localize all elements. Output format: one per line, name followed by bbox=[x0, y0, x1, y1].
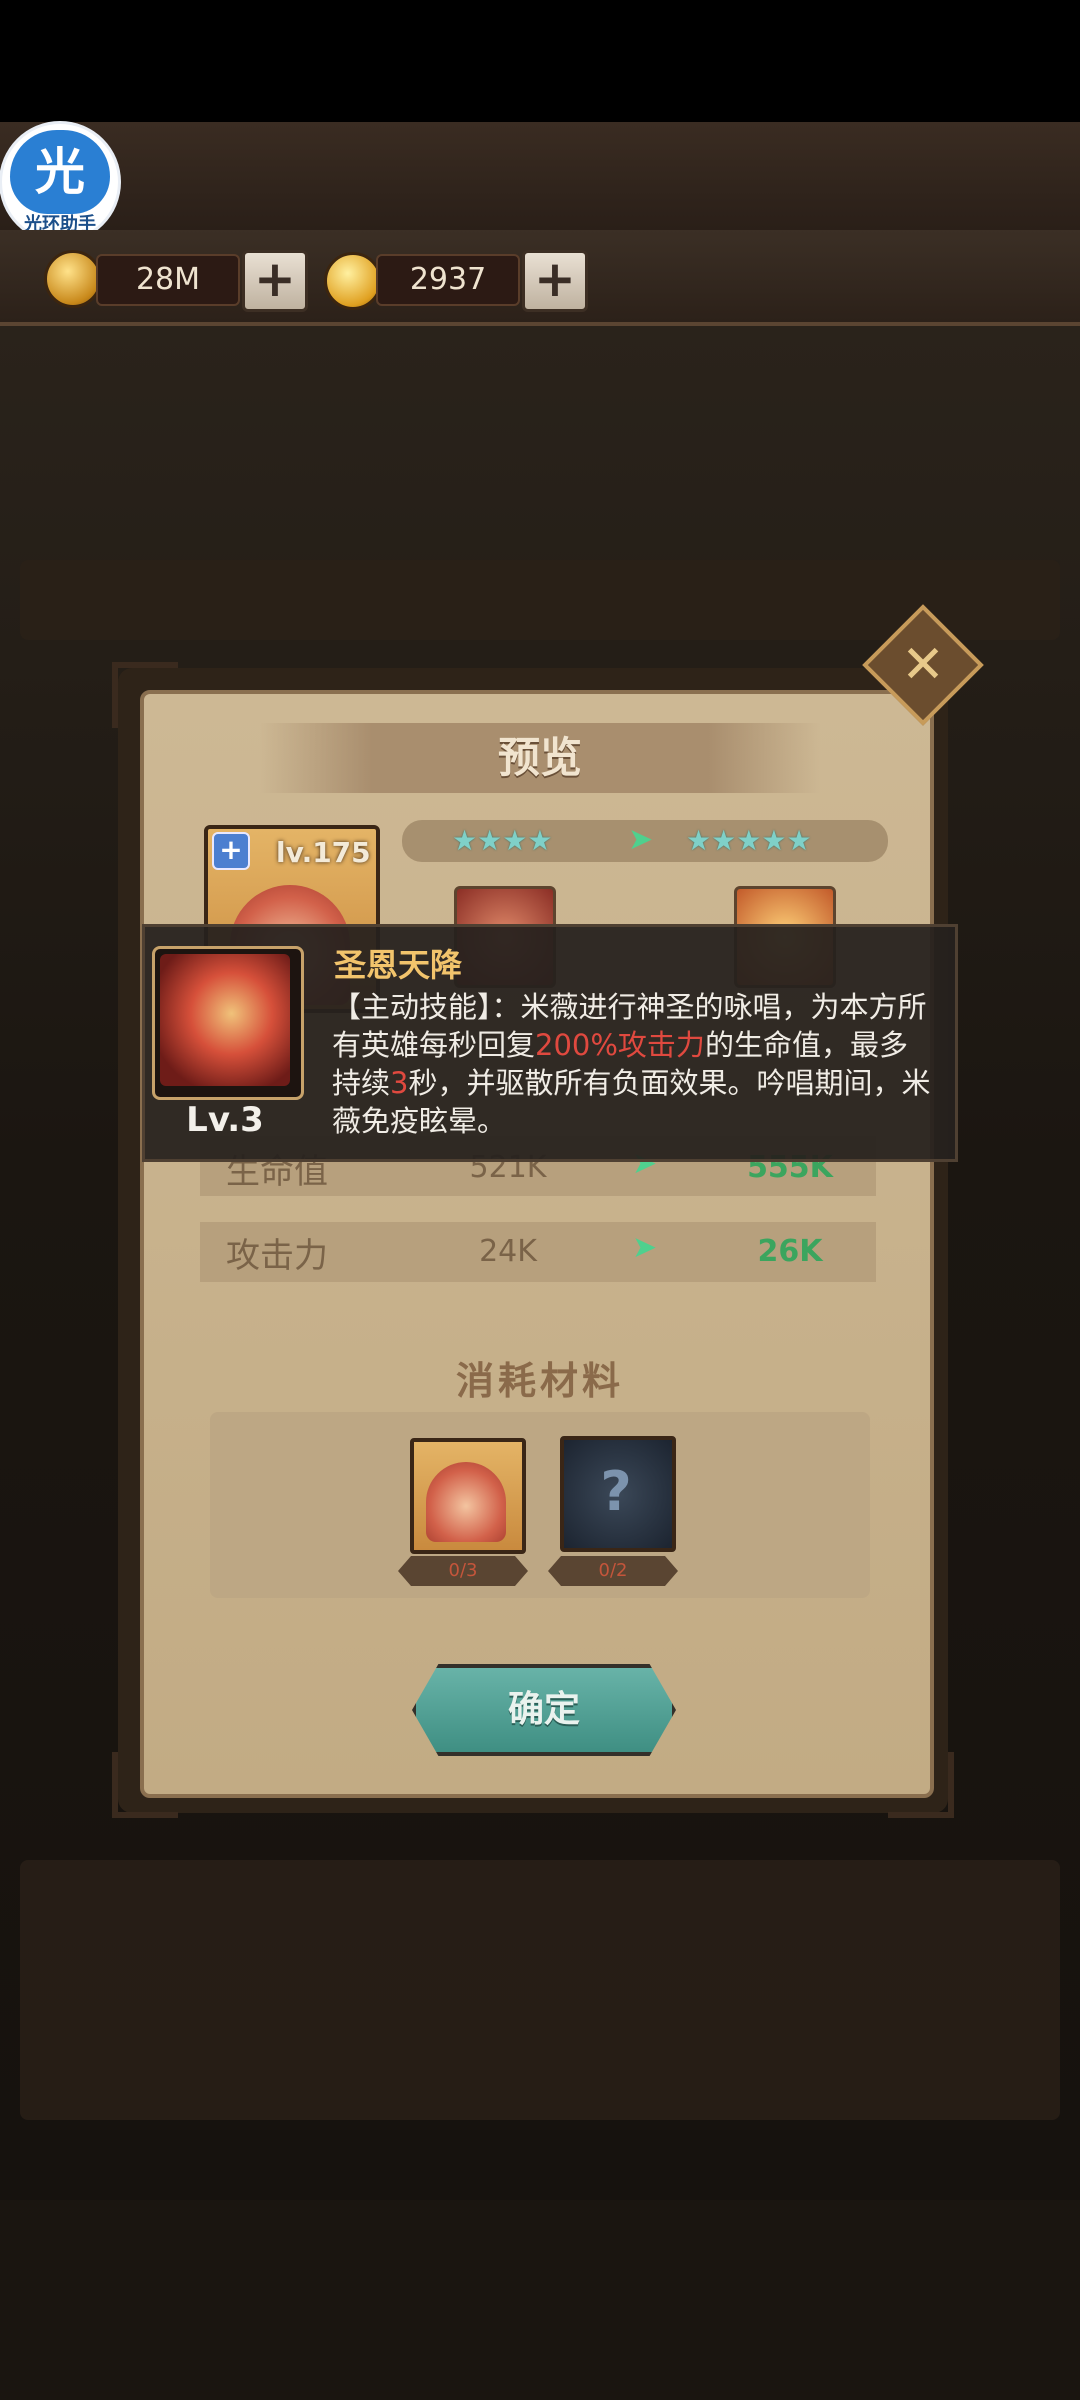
skill-description: 【主动技能】：米薇进行神圣的咏唱，为本方所有英雄每秒回复200%攻击力的生命值，… bbox=[332, 988, 932, 1140]
helper-logo-icon: 光 bbox=[10, 130, 110, 214]
stat-new: 26K bbox=[757, 1234, 823, 1269]
desc-highlight: 200%攻击力 bbox=[535, 1028, 705, 1062]
star-icon: ★ bbox=[761, 824, 787, 857]
top-banner bbox=[0, 122, 1080, 232]
confirm-button[interactable]: 确定 bbox=[412, 1664, 676, 1756]
bottom-nav-dimmed bbox=[0, 2200, 1080, 2400]
star-icon: ★ bbox=[502, 824, 528, 857]
upgrade-arrow-icon: ➤ bbox=[628, 822, 654, 857]
bg-panel bbox=[20, 1860, 1060, 2120]
star-icon: ★ bbox=[452, 824, 478, 857]
close-icon[interactable]: ✕ bbox=[880, 622, 966, 708]
modal-title: 预览 bbox=[497, 733, 582, 782]
gold-amount: 28M bbox=[96, 254, 240, 306]
stars-after: ★★★★★ bbox=[686, 824, 812, 857]
star-icon: ★ bbox=[786, 824, 812, 857]
materials-title: 消耗材料 bbox=[455, 1359, 624, 1403]
frame-corner-icon bbox=[888, 1752, 954, 1818]
stat-label: 攻击力 bbox=[226, 1236, 328, 1276]
materials-box bbox=[210, 1412, 870, 1598]
question-mark-icon: ? bbox=[600, 1460, 632, 1523]
stars-before: ★★★★ bbox=[452, 824, 552, 857]
star-icon: ★ bbox=[477, 824, 503, 857]
star-icon: ★ bbox=[736, 824, 762, 857]
material-hero-face-icon bbox=[426, 1462, 506, 1542]
skill-name: 圣恩天降 bbox=[334, 946, 463, 984]
star-icon: ★ bbox=[686, 824, 712, 857]
gem-icon bbox=[324, 252, 382, 310]
star-icon: ★ bbox=[527, 824, 553, 857]
material-count: 0/3 bbox=[398, 1556, 528, 1586]
star-icon: ★ bbox=[711, 824, 737, 857]
stat-arrow-icon: ➤ bbox=[632, 1230, 658, 1265]
hero-level: lv.175 bbox=[276, 836, 371, 869]
frame-corner-icon bbox=[112, 1752, 178, 1818]
frame-corner-icon bbox=[112, 662, 178, 728]
gem-amount: 2937 bbox=[376, 254, 520, 306]
desc-text: 秒，并驱散所有负面效果。吟唱期间，米薇免疫眩晕。 bbox=[332, 1066, 931, 1138]
stat-old: 24K bbox=[479, 1234, 537, 1269]
material-count: 0/2 bbox=[548, 1556, 678, 1586]
status-bar bbox=[0, 0, 1080, 122]
hero-plus-badge: + bbox=[212, 832, 250, 870]
desc-highlight: 3 bbox=[390, 1066, 409, 1100]
skill-level: Lv.3 bbox=[186, 1100, 264, 1140]
gold-coin-icon bbox=[44, 250, 102, 308]
add-gold-button[interactable]: + bbox=[242, 250, 308, 312]
skill-icon bbox=[160, 954, 290, 1086]
add-gems-button[interactable]: + bbox=[522, 250, 588, 312]
